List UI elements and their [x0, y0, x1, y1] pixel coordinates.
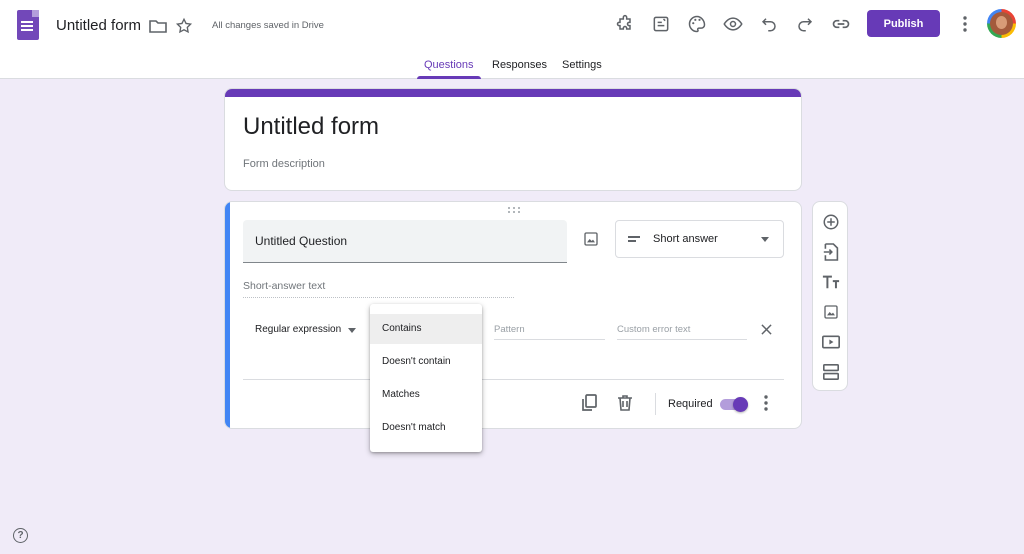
question-footer-divider: [243, 379, 784, 380]
validation-condition-menu: Contains Doesn't contain Matches Doesn't…: [370, 304, 482, 452]
publish-button[interactable]: Publish: [867, 10, 940, 37]
undo-icon[interactable]: [757, 12, 781, 36]
form-title-header[interactable]: Untitled form: [56, 17, 141, 34]
question-card[interactable]: Untitled Question Short answer Short-ans…: [224, 201, 802, 429]
tab-settings[interactable]: Settings: [562, 59, 602, 71]
redo-icon[interactable]: [793, 12, 817, 36]
help-icon[interactable]: ?: [13, 528, 28, 543]
tab-questions[interactable]: Questions: [424, 59, 474, 71]
add-title-text-icon[interactable]: [819, 271, 843, 293]
add-section-icon[interactable]: [819, 361, 843, 383]
menu-item-doesnt-match[interactable]: Doesn't match: [370, 413, 482, 443]
menu-item-matches[interactable]: Matches: [370, 380, 482, 410]
validation-type-select[interactable]: Regular expression: [255, 324, 341, 335]
palette-icon[interactable]: [685, 12, 709, 36]
active-question-indicator: [225, 202, 230, 428]
delete-icon[interactable]: [615, 393, 635, 413]
save-status: All changes saved in Drive: [212, 20, 324, 31]
drag-handle-icon[interactable]: [508, 207, 522, 215]
title-card-accent: [225, 89, 801, 97]
form-title-field[interactable]: Untitled form: [243, 113, 379, 141]
add-image-side-icon[interactable]: [819, 301, 843, 323]
add-question-icon[interactable]: [819, 211, 843, 233]
tab-responses[interactable]: Responses: [492, 59, 547, 71]
more-options-icon[interactable]: [953, 12, 977, 36]
menu-item-doesnt-contain[interactable]: Doesn't contain: [370, 347, 482, 377]
question-title-input[interactable]: Untitled Question: [243, 220, 567, 263]
question-title-text: Untitled Question: [255, 234, 348, 248]
customize-theme-doc-icon[interactable]: [649, 12, 673, 36]
question-type-label: Short answer: [653, 233, 718, 245]
menu-item-contains[interactable]: Contains: [370, 314, 482, 344]
link-icon[interactable]: [829, 12, 853, 36]
import-questions-icon[interactable]: [819, 241, 843, 263]
add-video-icon[interactable]: [819, 331, 843, 353]
active-tab-indicator: [417, 76, 481, 79]
forms-logo-icon[interactable]: [17, 10, 39, 40]
top-bar: Untitled form All changes saved in Drive…: [0, 0, 1024, 50]
required-label: Required: [668, 398, 713, 410]
form-title-card: Untitled form Form description: [224, 88, 802, 191]
short-answer-placeholder: Short-answer text: [243, 280, 514, 298]
side-toolbar: [812, 201, 848, 391]
custom-error-input[interactable]: Custom error text: [617, 324, 747, 340]
question-more-options-icon[interactable]: [756, 393, 776, 413]
addons-puzzle-icon[interactable]: [613, 12, 637, 36]
short-answer-icon: [628, 236, 640, 244]
form-description-field[interactable]: Form description: [243, 158, 325, 170]
question-type-select[interactable]: Short answer: [615, 220, 784, 258]
footer-separator: [655, 393, 656, 415]
required-toggle[interactable]: [720, 397, 748, 412]
add-image-icon[interactable]: [581, 229, 601, 249]
pattern-input[interactable]: Pattern: [494, 324, 605, 340]
star-icon[interactable]: [172, 14, 196, 38]
account-avatar[interactable]: [987, 9, 1016, 38]
close-icon[interactable]: [759, 322, 773, 336]
duplicate-icon[interactable]: [579, 393, 599, 413]
chevron-down-icon: [761, 237, 769, 242]
validation-chevron-down-icon[interactable]: [348, 328, 356, 333]
preview-eye-icon[interactable]: [721, 12, 745, 36]
folder-icon[interactable]: [146, 14, 170, 38]
